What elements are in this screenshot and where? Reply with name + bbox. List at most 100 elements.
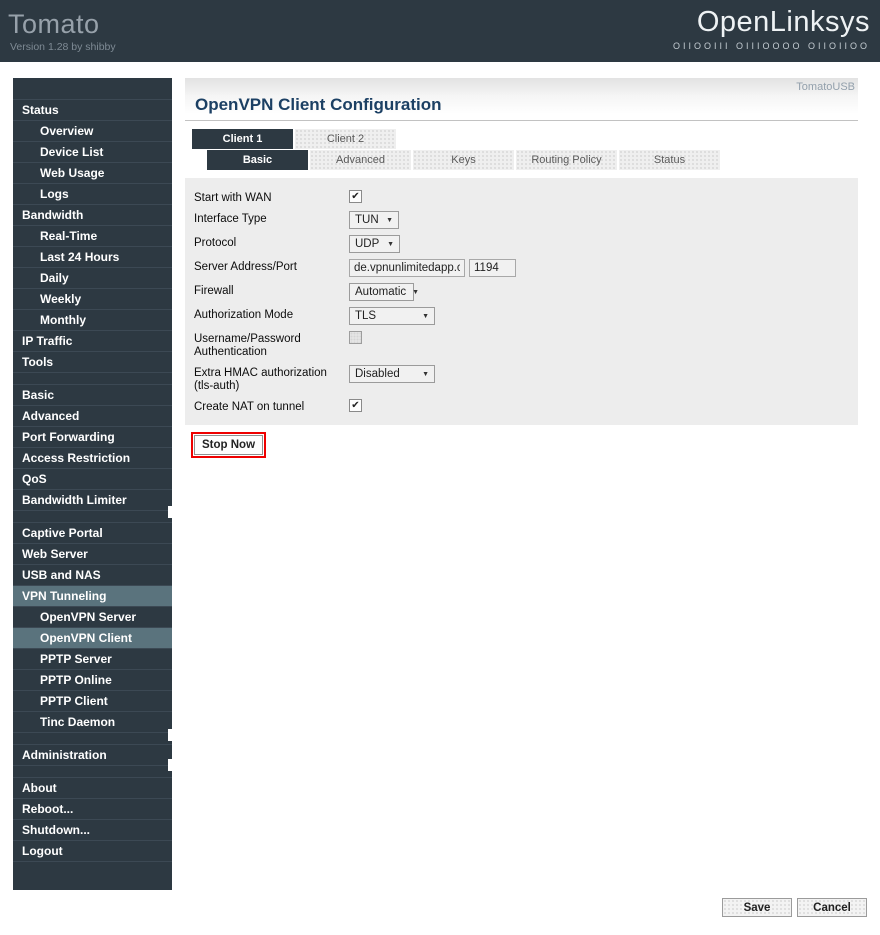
extra-hmac-select[interactable]: Disabled ▼ (349, 365, 435, 383)
sidebar-item-bandwidth[interactable]: Bandwidth (13, 204, 172, 225)
config-panel: Start with WAN ✔ Interface Type TUN ▼ Pr… (185, 178, 858, 425)
sidebar-item-real-time[interactable]: Real-Time (13, 225, 172, 246)
dropdown-arrow-icon: ▼ (422, 370, 429, 378)
form-row: Firewall Automatic ▼ (194, 283, 848, 301)
sidebar-item-shutdown[interactable]: Shutdown... (13, 819, 172, 840)
field-label: Extra HMAC authorization (tls-auth) (194, 367, 327, 392)
sidebar-item-tinc-daemon[interactable]: Tinc Daemon (13, 711, 172, 732)
tab-basic[interactable]: Basic (207, 150, 308, 170)
tab-keys[interactable]: Keys (413, 150, 514, 170)
sidebar-item-pptp-client[interactable]: PPTP Client (13, 690, 172, 711)
firewall-select[interactable]: Automatic ▼ (349, 283, 419, 301)
sidebar-item-last-24-hours[interactable]: Last 24 Hours (13, 246, 172, 267)
sidebar-item-monthly[interactable]: Monthly (13, 309, 172, 330)
form-row: Start with WAN ✔ (194, 190, 848, 205)
dropdown-arrow-icon: ▼ (386, 216, 393, 224)
form-row: Authorization Mode TLS ▼ (194, 307, 848, 325)
sidebar-notch (168, 759, 173, 771)
tab-routing-policy[interactable]: Routing Policy (516, 150, 617, 170)
sidebar-item-vpn-tunneling[interactable]: VPN Tunneling (13, 585, 172, 606)
content-area: TomatoUSB OpenVPN Client Configuration C… (185, 78, 858, 890)
server-port-input[interactable] (469, 259, 516, 277)
sidebar-item-overview[interactable]: Overview (13, 120, 172, 141)
sidebar-item-logs[interactable]: Logs (13, 183, 172, 204)
sidebar-item-device-list[interactable]: Device List (13, 141, 172, 162)
field-label: Start with WAN (194, 192, 272, 204)
interface-type-select[interactable]: TUN ▼ (349, 211, 399, 229)
sidebar-notch (168, 729, 173, 741)
footer-actions: Save Cancel (722, 898, 867, 917)
server-address-input[interactable] (349, 259, 465, 277)
section-tabs: Basic Advanced Keys Routing Policy Statu… (207, 150, 858, 170)
sidebar-item-pptp-server[interactable]: PPTP Server (13, 648, 172, 669)
form-row: Extra HMAC authorization (tls-auth) Disa… (194, 365, 848, 393)
tab-status[interactable]: Status (619, 150, 720, 170)
sidebar-item-usb-and-nas[interactable]: USB and NAS (13, 564, 172, 585)
protocol-select[interactable]: UDP ▼ (349, 235, 400, 253)
field-label: Protocol (194, 237, 237, 249)
form-row: Interface Type TUN ▼ (194, 211, 848, 229)
page-ident: TomatoUSB (796, 81, 855, 93)
sidebar: Status Overview Device List Web Usage Lo… (13, 78, 173, 890)
sidebar-item-administration[interactable]: Administration (13, 744, 172, 765)
start-with-wan-checkbox[interactable]: ✔ (349, 190, 362, 203)
sidebar-item-tools[interactable]: Tools (13, 351, 172, 372)
save-button[interactable]: Save (722, 898, 792, 917)
tab-advanced[interactable]: Advanced (310, 150, 411, 170)
client-tabs: Client 1 Client 2 (192, 129, 858, 149)
app-header: Tomato Version 1.28 by shibby OpenLinksy… (0, 0, 880, 62)
form-row: Username/Password Authentication (194, 331, 848, 359)
field-label: Username/Password Authentication (194, 333, 301, 358)
sidebar-item-reboot[interactable]: Reboot... (13, 798, 172, 819)
sidebar-item-web-server[interactable]: Web Server (13, 543, 172, 564)
sidebar-item-bandwidth-limiter[interactable]: Bandwidth Limiter (13, 489, 172, 510)
dropdown-arrow-icon: ▼ (387, 240, 394, 248)
sidebar-item-openvpn-server[interactable]: OpenVPN Server (13, 606, 172, 627)
sidebar-spacer (13, 861, 172, 890)
sidebar-item-captive-portal[interactable]: Captive Portal (13, 522, 172, 543)
sidebar-item-status[interactable]: Status (13, 99, 172, 120)
tab-client-2[interactable]: Client 2 (295, 129, 396, 149)
brand-version: Version 1.28 by shibby (10, 41, 116, 53)
field-label: Create NAT on tunnel (194, 401, 305, 413)
stop-now-button[interactable]: Stop Now (194, 435, 264, 455)
dropdown-arrow-icon: ▼ (412, 288, 420, 296)
field-label: Authorization Mode (194, 309, 294, 321)
sidebar-item-daily[interactable]: Daily (13, 267, 172, 288)
dropdown-arrow-icon: ▼ (422, 312, 429, 320)
sidebar-item-openvpn-client[interactable]: OpenVPN Client (13, 627, 172, 648)
create-nat-checkbox[interactable]: ✔ (349, 399, 362, 412)
sidebar-item-weekly[interactable]: Weekly (13, 288, 172, 309)
form-row: Create NAT on tunnel ✔ (194, 399, 848, 414)
sidebar-item-pptp-online[interactable]: PPTP Online (13, 669, 172, 690)
tab-client-1[interactable]: Client 1 (192, 129, 293, 149)
sidebar-item-port-forwarding[interactable]: Port Forwarding (13, 426, 172, 447)
field-label: Interface Type (194, 213, 267, 225)
sidebar-item-about[interactable]: About (13, 777, 172, 798)
sidebar-notch (168, 506, 173, 518)
select-value: UDP (355, 238, 380, 250)
select-value: Automatic (355, 286, 407, 298)
annotation-highlight-box: Stop Now (191, 432, 267, 458)
checkmark-icon: ✔ (351, 400, 360, 411)
username-password-auth-checkbox[interactable] (349, 331, 362, 344)
sidebar-item-advanced[interactable]: Advanced (13, 405, 172, 426)
sidebar-spacer (13, 372, 172, 384)
sidebar-item-ip-traffic[interactable]: IP Traffic (13, 330, 172, 351)
checkmark-icon: ✔ (351, 191, 360, 202)
field-label: Server Address/Port (194, 261, 297, 273)
logo-text: OpenLinksys (696, 6, 870, 38)
sidebar-item-web-usage[interactable]: Web Usage (13, 162, 172, 183)
field-label: Firewall (194, 285, 234, 297)
authorization-mode-select[interactable]: TLS ▼ (349, 307, 435, 325)
sidebar-item-access-restriction[interactable]: Access Restriction (13, 447, 172, 468)
logo-binary-icon: OIIOOIII OIIIOOOO OIIOIIOO (672, 41, 870, 51)
sidebar-item-qos[interactable]: QoS (13, 468, 172, 489)
select-value: Disabled (355, 368, 400, 380)
sidebar-item-basic[interactable]: Basic (13, 384, 172, 405)
sidebar-item-logout[interactable]: Logout (13, 840, 172, 861)
form-row: Protocol UDP ▼ (194, 235, 848, 253)
select-value: TUN (355, 214, 379, 226)
cancel-button[interactable]: Cancel (797, 898, 867, 917)
